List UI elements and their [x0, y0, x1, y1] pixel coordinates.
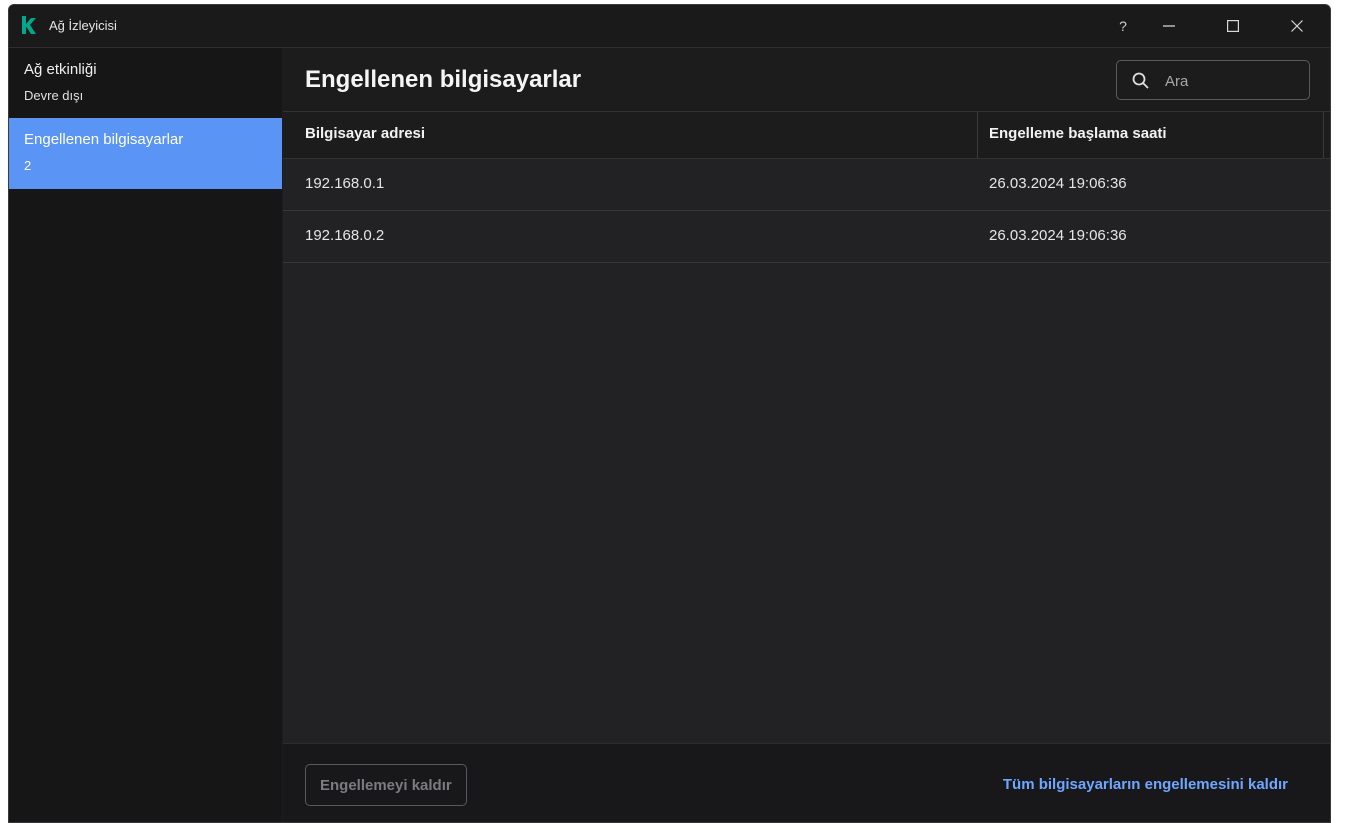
table-header: Bilgisayar adresi Engelleme başlama saat…	[283, 112, 1330, 159]
close-button[interactable]	[1274, 5, 1320, 47]
page-header: Engellenen bilgisayarlar	[283, 48, 1330, 112]
app-window: Ağ İzleyicisi ? Ağ etkinliği Devre dışı …	[8, 4, 1331, 823]
sidebar-item-network-activity[interactable]: Ağ etkinliği Devre dışı	[9, 48, 282, 118]
column-resize-handle[interactable]	[1323, 112, 1324, 158]
main-panel: Engellenen bilgisayarlar Bilgisayar adre…	[283, 48, 1330, 822]
table-row[interactable]: 192.168.0.2 26.03.2024 19:06:36	[283, 211, 1330, 263]
maximize-icon	[1227, 20, 1239, 32]
sidebar-item-label: Ağ etkinliği	[24, 61, 97, 78]
cell-block-time: 26.03.2024 19:06:36	[989, 227, 1127, 244]
help-button[interactable]: ?	[1100, 5, 1146, 47]
blocked-computers-table: Bilgisayar adresi Engelleme başlama saat…	[283, 112, 1330, 263]
close-icon	[1291, 20, 1303, 32]
column-header-block-time[interactable]: Engelleme başlama saati	[989, 125, 1167, 142]
cell-address: 192.168.0.2	[305, 227, 385, 244]
maximize-button[interactable]	[1210, 5, 1256, 47]
table-row[interactable]: 192.168.0.1 26.03.2024 19:06:36	[283, 159, 1330, 211]
sidebar-item-blocked-computers[interactable]: Engellenen bilgisayarlar 2	[9, 118, 282, 189]
sidebar-item-status: Devre dışı	[24, 88, 84, 103]
minimize-button[interactable]	[1146, 5, 1192, 47]
title-bar: Ağ İzleyicisi ?	[9, 5, 1330, 48]
window-title: Ağ İzleyicisi	[49, 18, 117, 33]
help-icon: ?	[1119, 18, 1127, 34]
kaspersky-logo-icon	[22, 16, 36, 34]
search-box[interactable]	[1116, 60, 1310, 100]
minimize-icon	[1163, 25, 1175, 27]
column-header-address[interactable]: Bilgisayar adresi	[305, 125, 425, 142]
unblock-button[interactable]: Engellemeyi kaldır	[305, 764, 467, 806]
action-footer: Engellemeyi kaldır Tüm bilgisayarların e…	[283, 743, 1330, 822]
unblock-all-link[interactable]: Tüm bilgisayarların engellemesini kaldır	[1003, 776, 1288, 793]
column-resize-handle[interactable]	[977, 112, 978, 158]
cell-block-time: 26.03.2024 19:06:36	[989, 175, 1127, 192]
page-title: Engellenen bilgisayarlar	[305, 66, 582, 93]
search-icon	[1132, 72, 1149, 89]
cell-address: 192.168.0.1	[305, 175, 385, 192]
sidebar-item-label: Engellenen bilgisayarlar	[24, 131, 184, 148]
sidebar: Ağ etkinliği Devre dışı Engellenen bilgi…	[9, 48, 282, 822]
sidebar-item-count: 2	[24, 158, 32, 173]
search-input[interactable]	[1163, 69, 1297, 93]
